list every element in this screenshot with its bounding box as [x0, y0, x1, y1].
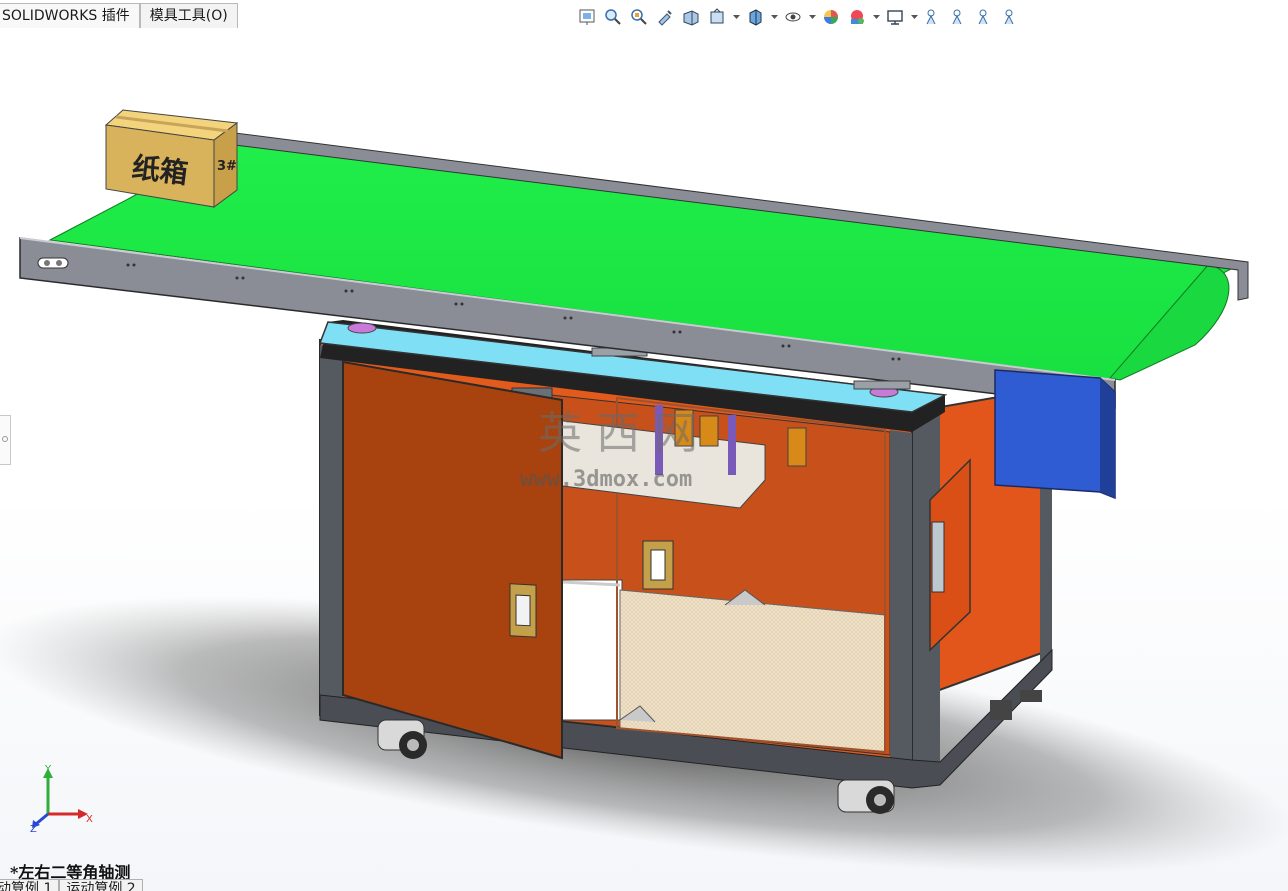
display-pane-2-icon[interactable]	[948, 6, 970, 28]
motion-study-tabs: 动算例 1 运动算例 2	[0, 879, 143, 891]
display-style-icon[interactable]	[744, 6, 766, 28]
tab-motion-study-1[interactable]: 动算例 1	[0, 879, 60, 891]
section-view-icon[interactable]	[680, 6, 702, 28]
carton-box: 纸箱 3#	[104, 109, 239, 208]
hide-show-items-icon[interactable]	[782, 6, 804, 28]
tab-motion-study-2[interactable]: 运动算例 2	[59, 879, 143, 891]
display-pane-1-icon[interactable]	[922, 6, 944, 28]
command-manager-tabs: SOLIDWORKS 插件 模具工具(O)	[0, 3, 238, 29]
view-orientation-icon[interactable]	[576, 6, 598, 28]
zoom-to-area-icon[interactable]	[628, 6, 650, 28]
motor-box	[994, 369, 1116, 500]
cabinet-door	[342, 360, 563, 760]
chevron-down-icon[interactable]	[910, 6, 918, 28]
chevron-down-icon[interactable]	[732, 6, 740, 28]
tab-mold-tools[interactable]: 模具工具(O)	[139, 3, 238, 28]
reference-triad[interactable]: Y X Z	[28, 762, 98, 835]
display-pane-4-icon[interactable]	[1000, 6, 1022, 28]
carton-side-label: 3#	[217, 159, 237, 174]
carton-label: 纸箱	[130, 151, 190, 191]
previous-view-icon[interactable]	[654, 6, 676, 28]
svg-text:Z: Z	[30, 824, 37, 832]
zoom-to-fit-icon[interactable]	[602, 6, 624, 28]
tab-solidworks-addins[interactable]: SOLIDWORKS 插件	[0, 3, 140, 28]
chevron-down-icon[interactable]	[872, 6, 880, 28]
heads-up-view-toolbar	[576, 6, 1022, 28]
view-settings-icon[interactable]	[884, 6, 906, 28]
display-pane-3-icon[interactable]	[974, 6, 996, 28]
graphics-area[interactable]: 纸箱 3#	[0, 0, 1288, 891]
svg-text:X: X	[86, 814, 93, 825]
edit-appearance-icon[interactable]	[820, 6, 842, 28]
svg-text:Y: Y	[44, 764, 52, 775]
dynamic-annotation-icon[interactable]	[706, 6, 728, 28]
chevron-down-icon[interactable]	[808, 6, 816, 28]
apply-scene-icon[interactable]	[846, 6, 868, 28]
chevron-down-icon[interactable]	[770, 6, 778, 28]
